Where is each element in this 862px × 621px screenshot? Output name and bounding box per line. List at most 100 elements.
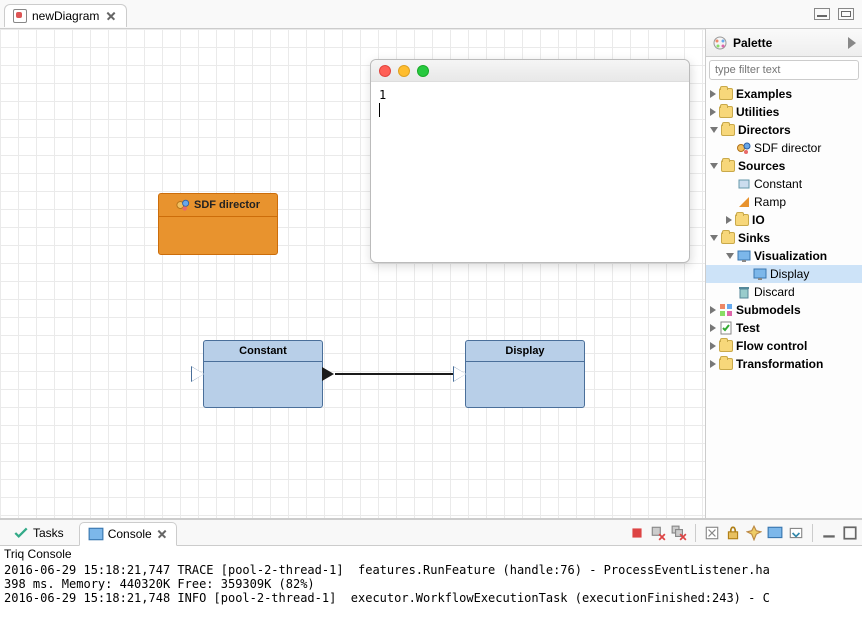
output-port-icon[interactable] bbox=[322, 367, 334, 381]
console-output[interactable]: 2016-06-29 15:18:21,747 TRACE [pool-2-th… bbox=[0, 561, 862, 621]
input-port-icon[interactable] bbox=[454, 367, 466, 381]
expand-icon[interactable] bbox=[710, 108, 716, 116]
palette-header[interactable]: Palette bbox=[706, 29, 862, 57]
palette-title: Palette bbox=[733, 36, 843, 50]
expand-icon[interactable] bbox=[710, 90, 716, 98]
maximize-view-icon[interactable] bbox=[838, 8, 854, 20]
console-icon bbox=[88, 526, 104, 542]
expand-icon[interactable] bbox=[726, 216, 732, 224]
collapse-icon[interactable] bbox=[726, 253, 734, 259]
folder-icon bbox=[719, 340, 733, 352]
tree-item-flow-control[interactable]: Flow control bbox=[706, 337, 862, 355]
folder-icon bbox=[719, 88, 733, 100]
actor-label: SDF director bbox=[194, 199, 260, 211]
actor-constant[interactable]: Constant bbox=[203, 340, 323, 408]
scroll-lock-icon[interactable] bbox=[725, 525, 741, 541]
diagram-canvas[interactable]: SDF director Constant Display 1 bbox=[0, 29, 705, 518]
tree-item-directors[interactable]: Directors bbox=[706, 121, 862, 139]
close-icon[interactable] bbox=[104, 9, 118, 23]
console-title: Triq Console bbox=[0, 546, 862, 561]
tree-item-sinks[interactable]: Sinks bbox=[706, 229, 862, 247]
window-titlebar[interactable] bbox=[371, 60, 689, 82]
expand-icon[interactable] bbox=[710, 342, 716, 350]
editor-tab[interactable]: newDiagram bbox=[4, 4, 127, 27]
palette-filter bbox=[709, 60, 859, 80]
trash-icon bbox=[737, 285, 751, 299]
collapse-icon[interactable] bbox=[710, 163, 718, 169]
palette-tree: Examples Utilities Directors SDF directo… bbox=[706, 83, 862, 518]
input-port-icon[interactable] bbox=[192, 367, 204, 381]
window-zoom-icon[interactable] bbox=[417, 65, 429, 77]
collapse-palette-icon[interactable] bbox=[848, 37, 856, 49]
folder-icon bbox=[719, 358, 733, 370]
tree-item-visualization[interactable]: Visualization bbox=[706, 247, 862, 265]
remove-all-icon[interactable] bbox=[671, 525, 687, 541]
editor-tabbar: newDiagram bbox=[0, 0, 862, 29]
expand-icon[interactable] bbox=[710, 360, 716, 368]
screen-icon bbox=[737, 249, 751, 263]
close-icon[interactable] bbox=[156, 528, 168, 540]
tree-item-utilities[interactable]: Utilities bbox=[706, 103, 862, 121]
display-console-icon[interactable] bbox=[767, 525, 783, 541]
filter-input[interactable] bbox=[709, 60, 859, 80]
window-minimize-icon[interactable] bbox=[398, 65, 410, 77]
tab-tasks[interactable]: Tasks bbox=[4, 521, 73, 545]
tree-item-transformation[interactable]: Transformation bbox=[706, 355, 862, 373]
main-content: SDF director Constant Display 1 bbox=[0, 29, 862, 519]
blocks-icon bbox=[719, 303, 733, 317]
tree-item-examples[interactable]: Examples bbox=[706, 85, 862, 103]
tree-item-sources[interactable]: Sources bbox=[706, 157, 862, 175]
console-toolbar bbox=[629, 524, 858, 542]
actor-label: Constant bbox=[239, 345, 287, 357]
expand-icon[interactable] bbox=[710, 324, 716, 332]
tab-title: newDiagram bbox=[32, 9, 99, 23]
display-output-text: 1 bbox=[371, 82, 689, 262]
gears-icon bbox=[176, 198, 190, 212]
separator bbox=[695, 524, 696, 542]
window-close-icon[interactable] bbox=[379, 65, 391, 77]
tree-item-submodels[interactable]: Submodels bbox=[706, 301, 862, 319]
tree-item-constant[interactable]: Constant bbox=[706, 175, 862, 193]
tree-item-test[interactable]: Test bbox=[706, 319, 862, 337]
folder-icon bbox=[721, 124, 735, 136]
tree-item-display[interactable]: Display bbox=[706, 265, 862, 283]
gears-icon bbox=[737, 141, 751, 155]
actor-label: Display bbox=[505, 345, 544, 357]
folder-icon bbox=[721, 160, 735, 172]
screen-icon bbox=[753, 267, 767, 281]
tab-console[interactable]: Console bbox=[79, 522, 177, 546]
bottom-tabbar: Tasks Console bbox=[0, 520, 862, 546]
minimize-view-icon[interactable] bbox=[821, 525, 837, 541]
connection-wire[interactable] bbox=[335, 373, 453, 375]
open-console-icon[interactable] bbox=[788, 525, 804, 541]
terminate-icon[interactable] bbox=[629, 525, 645, 541]
constant-icon bbox=[737, 177, 751, 191]
tree-item-io[interactable]: IO bbox=[706, 211, 862, 229]
collapse-icon[interactable] bbox=[710, 235, 718, 241]
maximize-view-icon[interactable] bbox=[842, 525, 858, 541]
tree-item-ramp[interactable]: Ramp bbox=[706, 193, 862, 211]
pin-console-icon[interactable] bbox=[746, 525, 762, 541]
remove-launch-icon[interactable] bbox=[650, 525, 666, 541]
tasks-icon bbox=[13, 525, 29, 541]
ramp-icon bbox=[737, 195, 751, 209]
actor-sdf-director[interactable]: SDF director bbox=[158, 193, 278, 255]
collapse-icon[interactable] bbox=[710, 127, 718, 133]
check-doc-icon bbox=[719, 321, 733, 335]
clear-console-icon[interactable] bbox=[704, 525, 720, 541]
bottom-panel: Tasks Console Triq Console 2016-06-29 15… bbox=[0, 519, 862, 621]
expand-icon[interactable] bbox=[710, 306, 716, 314]
palette-icon bbox=[712, 35, 728, 51]
folder-icon bbox=[721, 232, 735, 244]
palette-panel: Palette Examples Utilities Directors SDF… bbox=[705, 29, 862, 518]
text-cursor bbox=[379, 103, 380, 117]
folder-icon bbox=[735, 214, 749, 226]
minimize-view-icon[interactable] bbox=[814, 8, 830, 20]
tree-item-sdf-director[interactable]: SDF director bbox=[706, 139, 862, 157]
view-controls bbox=[814, 8, 858, 20]
folder-icon bbox=[719, 106, 733, 118]
tree-item-discard[interactable]: Discard bbox=[706, 283, 862, 301]
separator bbox=[812, 524, 813, 542]
actor-display[interactable]: Display bbox=[465, 340, 585, 408]
display-output-window[interactable]: 1 bbox=[370, 59, 690, 263]
